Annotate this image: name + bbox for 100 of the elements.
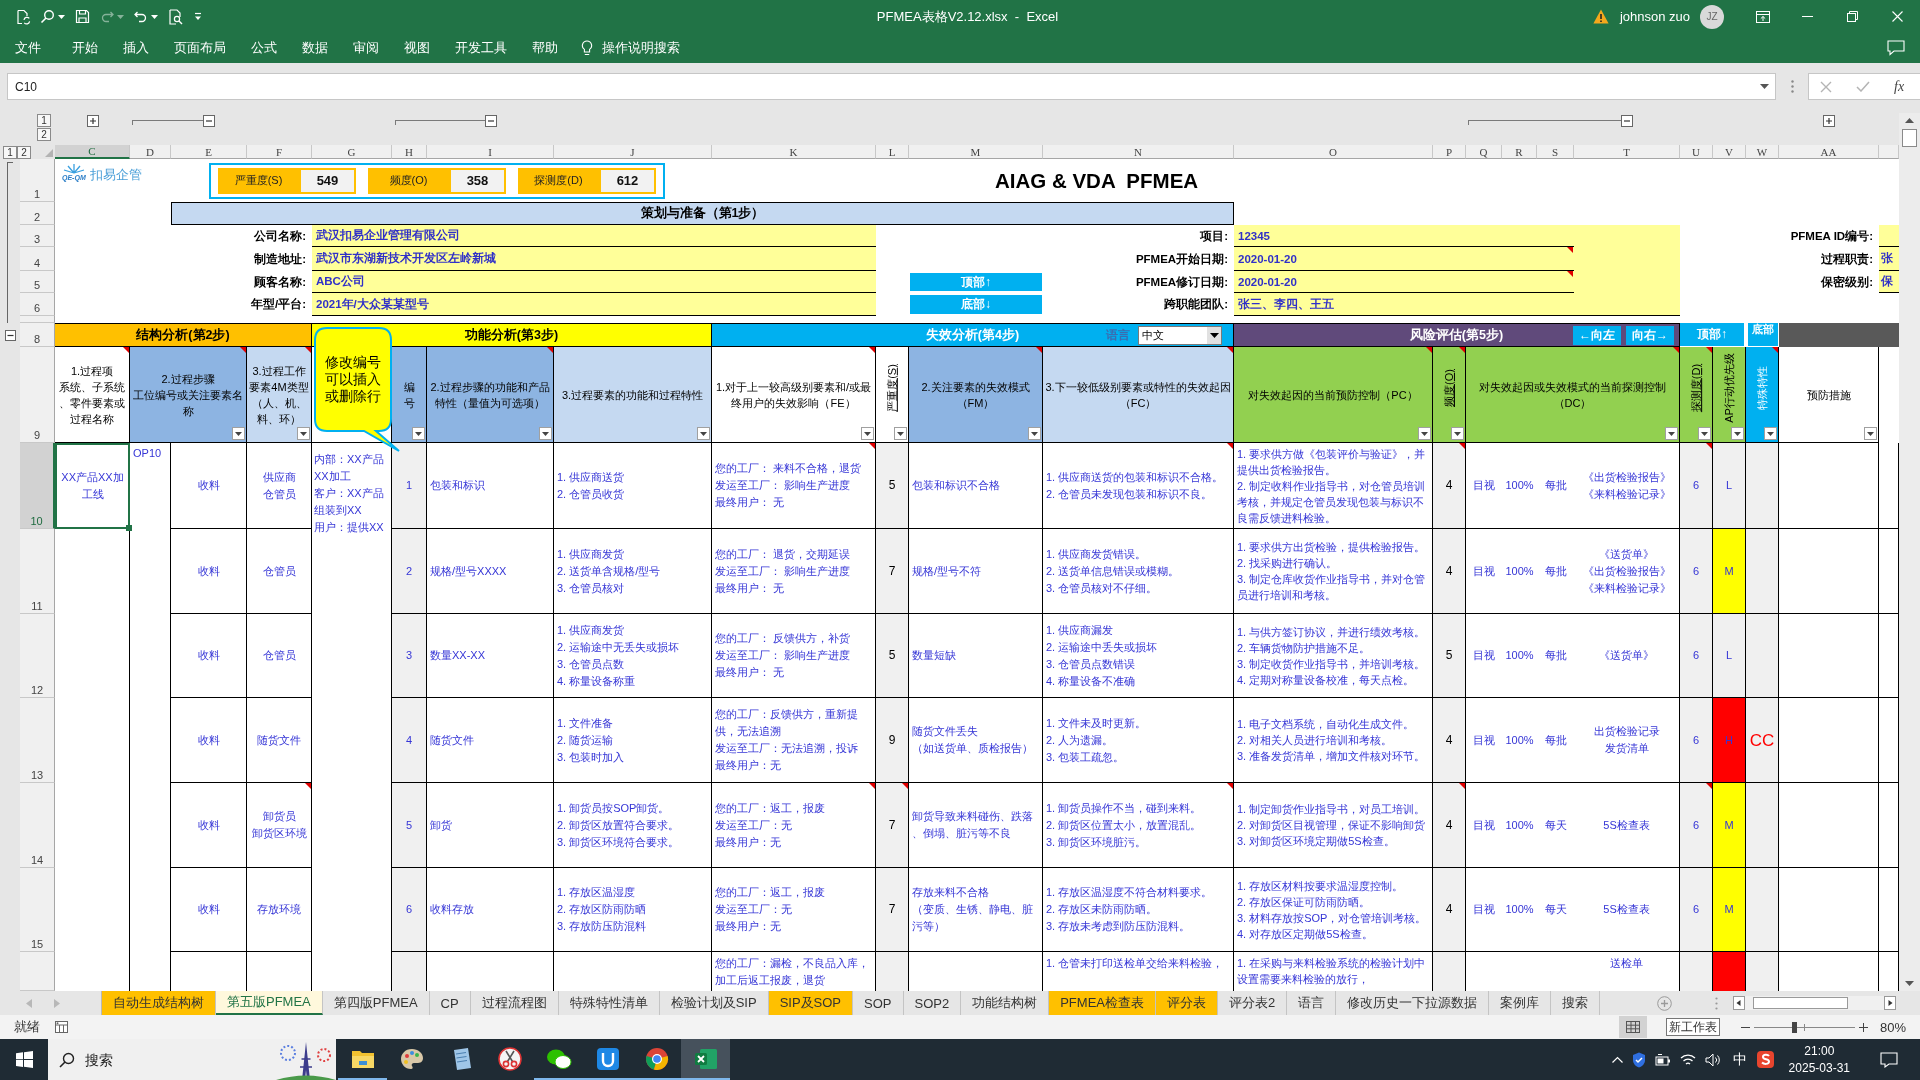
field-value[interactable]: 张三、李四、王五: [1234, 293, 1680, 316]
caret-icon[interactable]: [1760, 84, 1769, 89]
shield-icon[interactable]: [1631, 1051, 1646, 1068]
filter-button[interactable]: [412, 427, 425, 440]
field-value[interactable]: [1879, 225, 1899, 247]
scroll-right-icon[interactable]: [1884, 996, 1896, 1010]
user-name[interactable]: johnson zuo: [1619, 9, 1690, 24]
restore-icon[interactable]: [1847, 11, 1858, 22]
row-header[interactable]: 4: [20, 247, 55, 271]
column-header[interactable]: V: [1713, 145, 1746, 159]
column-header[interactable]: H: [392, 145, 427, 159]
outline-level-button[interactable]: 1: [37, 114, 51, 127]
input-language-indicator[interactable]: 中: [1732, 1050, 1747, 1069]
column-header[interactable]: W: [1746, 145, 1779, 159]
filter-button[interactable]: [861, 427, 874, 440]
outline-level-button[interactable]: 2: [17, 145, 31, 159]
expand-icon[interactable]: [86, 115, 99, 127]
sheet-tab[interactable]: 第五版PFMEA: [216, 991, 323, 1015]
filter-button[interactable]: [697, 427, 710, 440]
menu-tab[interactable]: 公式: [251, 36, 277, 60]
scrollbar-thumb[interactable]: [1902, 129, 1917, 147]
filter-button[interactable]: [1451, 427, 1464, 440]
search-field[interactable]: 搜索: [85, 1051, 145, 1068]
collapse-icon[interactable]: [4, 329, 16, 341]
column-header[interactable]: L: [876, 145, 909, 159]
comment-icon[interactable]: [1887, 40, 1905, 56]
filter-button[interactable]: [894, 427, 907, 440]
zoom-level[interactable]: 80%: [1879, 1019, 1906, 1035]
sheet-tab[interactable]: 自动生成结构树: [102, 991, 216, 1015]
name-box[interactable]: C10: [7, 73, 1776, 100]
column-header[interactable]: G: [312, 145, 392, 159]
field-value[interactable]: 12345: [1234, 225, 1680, 247]
column-header[interactable]: D: [130, 145, 171, 159]
field-value[interactable]: 2021年/大众某某型号: [312, 293, 876, 316]
field-value[interactable]: 保: [1879, 271, 1899, 293]
field-value[interactable]: 武汉市东湖新技术开发区左岭新城: [312, 247, 876, 271]
caret-icon[interactable]: [1209, 332, 1219, 338]
column-header[interactable]: J: [554, 145, 712, 159]
filter-button[interactable]: [1665, 427, 1678, 440]
battery-icon[interactable]: [1654, 1053, 1671, 1066]
undo-icon[interactable]: [133, 9, 148, 24]
field-value[interactable]: 张: [1879, 247, 1899, 271]
column-header[interactable]: R: [1502, 145, 1537, 159]
row-header[interactable]: 5: [20, 271, 55, 293]
close-icon[interactable]: [1892, 11, 1903, 22]
field-value[interactable]: 2020-01-20: [1234, 247, 1680, 271]
column-header[interactable]: T: [1574, 145, 1680, 159]
vertical-scrollbar[interactable]: [1899, 113, 1920, 991]
expand-icon[interactable]: [1823, 115, 1835, 127]
more-icon[interactable]: [1791, 80, 1794, 93]
column-header[interactable]: E: [171, 145, 247, 159]
field-value[interactable]: ABC公司: [312, 271, 876, 293]
notification-icon[interactable]: [1880, 1051, 1898, 1068]
filter-button[interactable]: [232, 427, 245, 440]
row-header[interactable]: 14: [20, 783, 55, 868]
menu-tab[interactable]: 审阅: [353, 36, 379, 60]
menu-tab[interactable]: 开始: [72, 36, 98, 60]
normal-view-icon[interactable]: [1625, 1021, 1640, 1033]
save-icon[interactable]: [75, 9, 90, 24]
row-header[interactable]: 12: [20, 614, 55, 698]
menu-tab[interactable]: 帮助: [532, 36, 558, 60]
formula-bar[interactable]: fx: [1808, 73, 1920, 100]
filter-button[interactable]: [1764, 427, 1777, 440]
filter-button[interactable]: [1698, 427, 1711, 440]
column-header[interactable]: S: [1537, 145, 1574, 159]
chevron-up-icon[interactable]: [1611, 1056, 1623, 1063]
filter-button[interactable]: [1864, 427, 1877, 440]
filter-button[interactable]: [539, 427, 552, 440]
avatar[interactable]: JZ: [1700, 4, 1724, 29]
sheet-tab[interactable]: 评分表: [1156, 991, 1218, 1015]
filter-button[interactable]: [1731, 427, 1744, 440]
collapse-icon[interactable]: [485, 115, 497, 127]
row-header[interactable]: 6: [20, 293, 55, 316]
horizontal-scrollbar[interactable]: [1733, 996, 1896, 1010]
column-header[interactable]: C: [55, 145, 130, 159]
filter-button[interactable]: [297, 427, 310, 440]
column-header[interactable]: Q: [1466, 145, 1502, 159]
ribbon-display-icon[interactable]: [1755, 10, 1770, 23]
row-header[interactable]: 15: [20, 868, 55, 952]
column-header[interactable]: M: [909, 145, 1043, 159]
column-header[interactable]: P: [1433, 145, 1466, 159]
tell-me-button[interactable]: 操作说明搜索: [581, 36, 680, 60]
sheet-tab[interactable]: SIP及SOP: [768, 991, 854, 1015]
menu-tab[interactable]: 数据: [302, 36, 328, 60]
filter-button[interactable]: [1028, 427, 1041, 440]
sheet-tab[interactable]: PFMEA检查表: [1049, 991, 1156, 1015]
outline-level-button[interactable]: 1: [3, 145, 17, 159]
customize-icon[interactable]: [194, 12, 202, 21]
row-header[interactable]: 11: [20, 529, 55, 614]
row-header[interactable]: 2: [20, 202, 55, 225]
menu-tab[interactable]: 开发工具: [455, 36, 507, 60]
row-header[interactable]: 1: [20, 159, 55, 202]
row-header[interactable]: 13: [20, 698, 55, 783]
macro-record-icon[interactable]: [55, 1021, 68, 1033]
language-dropdown[interactable]: 中文: [1138, 325, 1222, 345]
menu-tab[interactable]: 页面布局: [174, 36, 226, 60]
menu-tab[interactable]: 插入: [123, 36, 149, 60]
menu-tab[interactable]: 视图: [404, 36, 430, 60]
column-header[interactable]: I: [427, 145, 554, 159]
column-header[interactable]: AA: [1779, 145, 1879, 159]
